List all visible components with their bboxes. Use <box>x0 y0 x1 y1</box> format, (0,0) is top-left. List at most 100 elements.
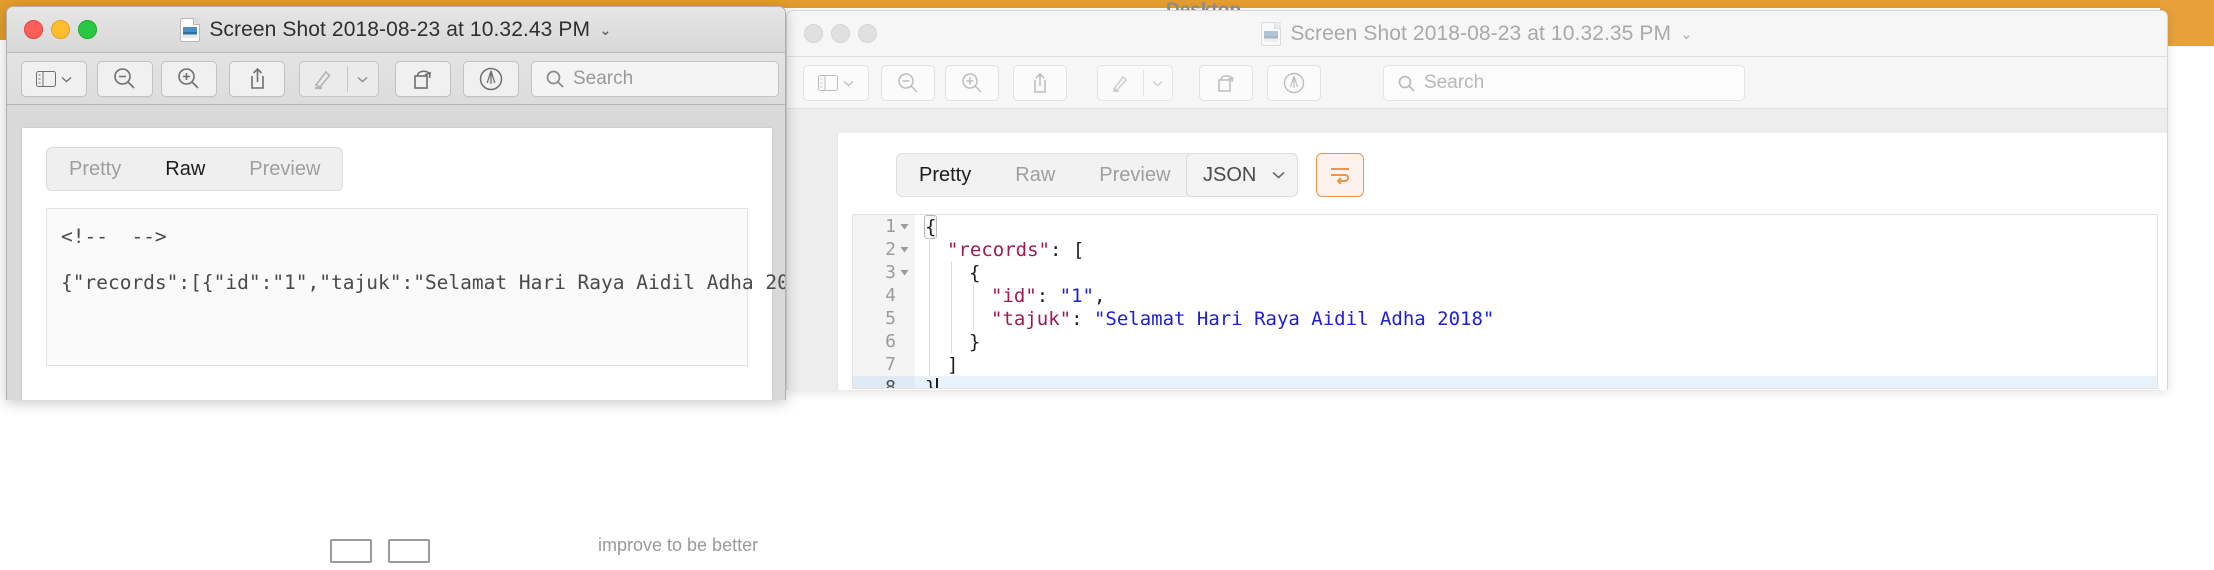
fold-triangle-icon[interactable] <box>900 245 909 254</box>
tab-pretty[interactable]: Pretty <box>897 154 993 196</box>
token-pun: } <box>925 376 937 389</box>
fold-triangle-icon[interactable] <box>900 268 909 277</box>
search-placeholder: Search <box>1424 72 1485 93</box>
share-button[interactable] <box>229 61 285 97</box>
share-button[interactable] <box>1013 65 1067 101</box>
text-caret <box>936 377 938 388</box>
json-code-editor[interactable]: 1{2 "records": [3{4 "id": "1", 5 "tajuk": "S… <box>852 214 2158 389</box>
markup-dropdown-button[interactable] <box>1144 66 1172 100</box>
tab-raw[interactable]: Raw <box>143 148 227 190</box>
zoom-out-icon <box>114 68 135 89</box>
markup-dropdown-button[interactable] <box>348 62 378 96</box>
code-line[interactable]: 6} <box>853 330 2157 353</box>
fold-triangle-icon <box>900 383 909 388</box>
chevron-down-icon <box>61 76 72 82</box>
desktop-wallpaper-strip-right <box>2160 0 2214 46</box>
zoom-out-button[interactable] <box>881 65 935 101</box>
ghost-rect-1 <box>330 539 372 563</box>
fold-triangle-icon[interactable] <box>900 222 909 231</box>
window1-content: Pretty Raw Preview <!-- --> {"records":[… <box>7 105 785 400</box>
window1-titlebar[interactable]: Screen Shot 2018-08-23 at 10.32.43 PM ⌄ <box>7 7 785 53</box>
chevron-down-icon <box>1272 171 1285 179</box>
line-number-gutter: 1 <box>853 215 915 238</box>
zoom-in-icon <box>178 68 199 89</box>
window2-screenshot-image: Pretty Raw Preview JSON 1{2 "records": [3… <box>837 133 2167 390</box>
code-line-text: } <box>915 331 980 353</box>
window1-view-tabs[interactable]: Pretty Raw Preview <box>46 147 344 191</box>
html-comment-line: <!-- --> <box>61 225 167 248</box>
rotate-button[interactable] <box>1199 65 1253 101</box>
zoom-in-button[interactable] <box>945 65 999 101</box>
sidebar-icon <box>818 75 838 91</box>
tab-preview[interactable]: Preview <box>227 148 342 190</box>
token-pun: } <box>969 330 981 353</box>
markup-button[interactable] <box>300 62 347 96</box>
token-pun: { <box>969 261 981 284</box>
rotate-icon <box>414 70 431 89</box>
zoom-in-icon <box>962 73 982 93</box>
fold-triangle-icon <box>900 360 909 369</box>
indent-guide <box>951 261 952 284</box>
wrap-lines-button[interactable] <box>1316 153 1364 197</box>
desktop-background-icons: improve to be better <box>330 535 970 570</box>
share-icon <box>250 67 264 89</box>
line-number-gutter: 3 <box>853 261 915 284</box>
document-icon <box>180 18 201 42</box>
token-pun: : <box>1071 307 1094 330</box>
code-line-text: ] <box>915 354 958 376</box>
window2-toolbar[interactable]: Search <box>787 57 2167 109</box>
annotate-button[interactable] <box>463 61 519 97</box>
raw-json-line: {"records":[{"id":"1","tajuk":"Selamat H… <box>61 271 786 294</box>
zoom-in-button[interactable] <box>161 61 217 97</box>
indent-guide <box>951 330 952 353</box>
annotate-icon <box>479 67 503 91</box>
token-str: "Selamat Hari Raya Aidil Adha 2018" <box>1093 307 1495 330</box>
chevron-down-icon[interactable]: ⌄ <box>599 21 612 39</box>
code-line[interactable]: 3{ <box>853 261 2157 284</box>
format-select[interactable]: JSON <box>1186 153 1298 197</box>
sidebar-toggle-button[interactable] <box>21 61 87 97</box>
window2-view-tabs[interactable]: Pretty Raw Preview <box>896 153 1194 197</box>
rotate-button[interactable] <box>395 61 451 97</box>
markup-pen-icon <box>1113 75 1128 92</box>
fold-triangle-icon <box>900 291 909 300</box>
markup-tools-group[interactable] <box>299 61 379 97</box>
window2-titlebar[interactable]: Screen Shot 2018-08-23 at 10.32.35 PM ⌄ <box>787 11 2167 57</box>
fold-triangle-icon <box>900 337 909 346</box>
indent-guide <box>951 307 952 330</box>
token-pun: { <box>923 215 938 239</box>
search-icon <box>546 70 564 88</box>
search-input[interactable]: Search <box>531 61 779 97</box>
fold-triangle-icon <box>900 314 909 323</box>
code-line[interactable]: 4 "id": "1", <box>853 284 2157 307</box>
markup-tools-group[interactable] <box>1097 65 1173 101</box>
code-line[interactable]: 8} <box>853 376 2157 389</box>
tab-pretty[interactable]: Pretty <box>47 148 143 190</box>
code-line-text: { <box>915 262 980 284</box>
code-line[interactable]: 7] <box>853 353 2157 376</box>
tab-preview[interactable]: Preview <box>1077 154 1192 196</box>
token-key: "records" <box>947 238 1050 261</box>
window1-toolbar[interactable]: Search <box>7 53 785 105</box>
tab-raw[interactable]: Raw <box>993 154 1077 196</box>
preview-window-2[interactable]: Screen Shot 2018-08-23 at 10.32.35 PM ⌄ <box>786 10 2168 390</box>
indent-guide <box>929 284 930 307</box>
markup-button[interactable] <box>1098 66 1143 100</box>
zoom-out-button[interactable] <box>97 61 153 97</box>
search-input[interactable]: Search <box>1383 65 1745 101</box>
line-number: 6 <box>885 331 896 352</box>
chevron-down-icon[interactable]: ⌄ <box>1680 25 1693 43</box>
preview-window-1[interactable]: Screen Shot 2018-08-23 at 10.32.43 PM ⌄ <box>6 6 786 400</box>
code-line[interactable]: 2 "records": [ <box>853 238 2157 261</box>
annotate-button[interactable] <box>1267 65 1321 101</box>
indent-guide <box>973 307 974 330</box>
format-select-value: JSON <box>1203 163 1257 186</box>
code-line[interactable]: 5 "tajuk": "Selamat Hari Raya Aidil Adha … <box>853 307 2157 330</box>
indent-guide <box>973 284 974 307</box>
line-number: 7 <box>885 354 896 375</box>
rotate-icon <box>1218 75 1234 92</box>
line-number-gutter: 2 <box>853 238 915 261</box>
document-icon <box>1261 22 1282 46</box>
sidebar-toggle-button[interactable] <box>803 65 869 101</box>
code-line[interactable]: 1{ <box>853 215 2157 239</box>
